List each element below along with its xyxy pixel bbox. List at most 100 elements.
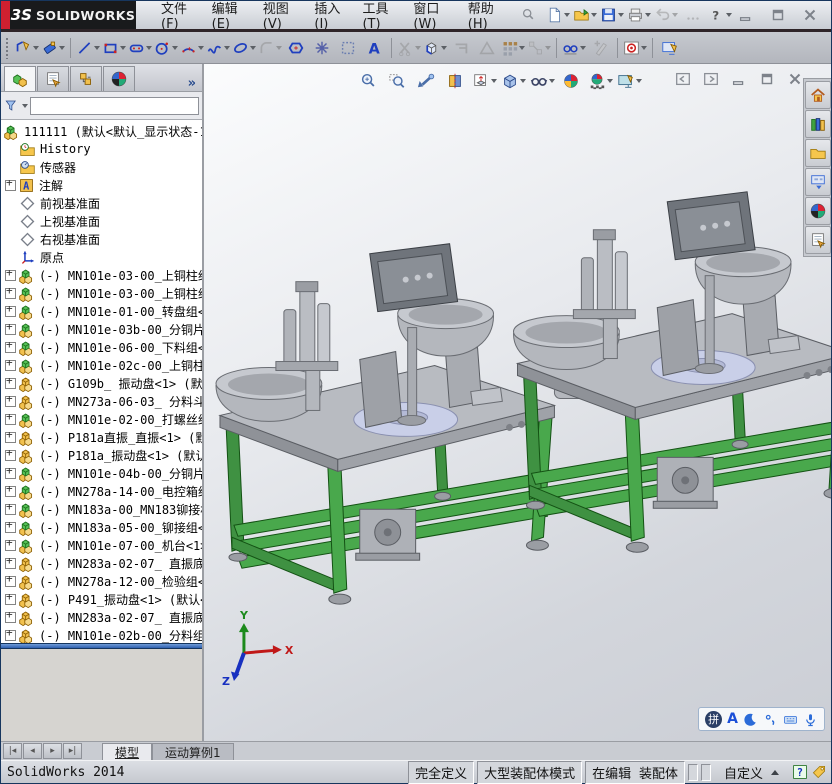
expand-toggle-icon[interactable] <box>5 143 17 155</box>
straight-slot-icon[interactable] <box>127 35 153 61</box>
tab-displaymanager[interactable] <box>103 66 135 91</box>
tree-item[interactable]: (-) P181a_振动盘<1> (默认< <box>1 446 202 464</box>
close-button[interactable] <box>797 2 823 28</box>
tree-item[interactable]: (-) MN283a-02-07_ 直振底板 <box>1 608 202 626</box>
expand-toggle-icon[interactable] <box>5 393 16 407</box>
tab-featuremanager[interactable] <box>4 66 36 91</box>
document-tab[interactable]: 模型 <box>102 743 153 760</box>
expand-toggle-icon[interactable] <box>5 555 16 569</box>
dropdown-caret[interactable] <box>33 45 39 50</box>
collapse-left-pane-icon[interactable] <box>673 70 693 88</box>
move-entities-icon[interactable] <box>526 35 552 61</box>
last-tab-icon[interactable]: ▸| <box>63 743 82 759</box>
tree-item[interactable]: 上视基准面 <box>1 212 202 230</box>
pin-icon[interactable] <box>515 1 541 27</box>
next-tab-icon[interactable]: ▸ <box>43 743 62 759</box>
dropdown-caret[interactable] <box>94 45 100 50</box>
tree-item[interactable]: (-) MN101e-01-00_转盘组<1> <box>1 302 202 320</box>
tree-item[interactable]: (-) MN101e-04b-00_分铜片组 <box>1 464 202 482</box>
tree-item[interactable]: (-) MN101e-02c-00_上铜柱组 <box>1 356 202 374</box>
expand-toggle-icon[interactable] <box>5 251 17 263</box>
tree-item[interactable]: 右视基准面 <box>1 230 202 248</box>
taskpane-resources-icon[interactable] <box>805 81 831 109</box>
status-custom-toolbar[interactable]: 自定义 <box>714 763 789 782</box>
select-icon[interactable] <box>335 35 361 61</box>
dropdown-caret[interactable] <box>250 45 256 50</box>
child-restore-icon[interactable] <box>757 70 777 88</box>
tree-filter-input[interactable] <box>30 96 199 115</box>
minimize-button[interactable] <box>733 2 759 28</box>
view-orientation-icon[interactable] <box>470 68 498 94</box>
edit-appearance-icon[interactable] <box>557 68 585 94</box>
expand-toggle-icon[interactable] <box>5 465 16 479</box>
save-icon[interactable] <box>599 2 625 28</box>
previous-view-icon[interactable] <box>412 68 440 94</box>
dropdown-caret[interactable] <box>441 45 447 50</box>
expand-toggle-icon[interactable] <box>5 375 16 389</box>
dropdown-caret[interactable] <box>120 45 126 50</box>
dropdown-caret[interactable] <box>564 13 570 17</box>
apply-scene-icon[interactable] <box>586 68 614 94</box>
help-icon[interactable] <box>707 2 733 28</box>
dropdown-caret[interactable] <box>415 45 421 50</box>
dropdown-caret[interactable] <box>519 79 526 83</box>
expand-toggle-icon[interactable] <box>5 609 16 623</box>
tree-item[interactable]: (-) MN101e-03-00_上铜柱组< <box>1 266 202 284</box>
expand-toggle-icon[interactable] <box>5 303 16 317</box>
expand-toggle-icon[interactable] <box>5 161 17 173</box>
taskpane-view-palette-icon[interactable] <box>805 168 831 196</box>
ime-softkeyboard-icon[interactable] <box>783 712 798 727</box>
repair-sketch-icon[interactable] <box>587 35 613 61</box>
polygon-icon[interactable] <box>283 35 309 61</box>
mirror-entities-icon[interactable] <box>474 35 500 61</box>
taskpane-custom-properties-icon[interactable] <box>805 226 831 254</box>
dropdown-caret[interactable] <box>276 45 282 50</box>
hide-show-items-icon[interactable] <box>528 68 556 94</box>
sketch-settings-icon[interactable] <box>657 35 683 61</box>
open-document-icon[interactable] <box>572 2 598 28</box>
zoom-to-area-icon[interactable] <box>383 68 411 94</box>
tree-item[interactable]: (-) MN183a-05-00_铆接组<1> <box>1 518 202 536</box>
expand-toggle-icon[interactable] <box>5 233 17 245</box>
dropdown-caret[interactable] <box>726 13 732 17</box>
tree-item[interactable]: (-) MN101e-02b-00_分料组<1 <box>1 626 202 643</box>
panel-tabs-overflow[interactable]: » <box>188 76 196 91</box>
tree-item[interactable]: (-) P181a直振_直振<1> (默认 <box>1 428 202 446</box>
assembly-3d-scene[interactable]: Y X Z <box>204 64 831 718</box>
tree-item[interactable]: (-) MN278a-12-00_检验组<1> <box>1 572 202 590</box>
dropdown-caret[interactable] <box>645 13 651 17</box>
dropdown-caret[interactable] <box>545 45 551 50</box>
tree-item[interactable]: (-) G109b_ 振动盘<1> (默认 <box>1 374 202 392</box>
tab-configurationmanager[interactable] <box>70 66 102 91</box>
expand-toggle-icon[interactable] <box>5 591 16 605</box>
tree-item[interactable]: 注解 <box>1 176 202 194</box>
smart-dimension-icon[interactable] <box>40 35 66 61</box>
tree-item[interactable]: History <box>1 140 202 158</box>
tree-item[interactable]: (-) MN183a-00_MN183铆接机< <box>1 500 202 518</box>
tree-item[interactable]: (-) MN283a-02-07_ 直振底板 <box>1 554 202 572</box>
tree-item[interactable]: (-) MN273a-06-03_ 分料斗<1 <box>1 392 202 410</box>
first-tab-icon[interactable]: |◂ <box>3 743 22 759</box>
tree-item[interactable]: (-) P491_振动盘<1> (默认<< <box>1 590 202 608</box>
filter-caret[interactable] <box>22 103 28 108</box>
centerpoint-arc-icon[interactable] <box>179 35 205 61</box>
collapse-right-pane-icon[interactable] <box>701 70 721 88</box>
linear-sketch-pattern-icon[interactable] <box>500 35 526 61</box>
expand-toggle-icon[interactable] <box>5 197 17 209</box>
display-style-icon[interactable] <box>499 68 527 94</box>
offset-entities-icon[interactable] <box>448 35 474 61</box>
dropdown-caret[interactable] <box>172 45 178 50</box>
sketch-fillet-icon[interactable] <box>257 35 283 61</box>
new-document-icon[interactable] <box>545 2 571 28</box>
trim-entities-icon[interactable] <box>396 35 422 61</box>
quick-snaps-icon[interactable] <box>622 35 648 61</box>
filter-funnel-icon[interactable] <box>4 98 19 113</box>
status-tag-icon[interactable] <box>811 764 827 780</box>
expand-toggle-icon[interactable] <box>5 285 16 299</box>
dropdown-caret[interactable] <box>519 45 525 50</box>
spline-icon[interactable] <box>205 35 231 61</box>
taskpane-file-explorer-icon[interactable] <box>805 139 831 167</box>
tab-propertymanager[interactable] <box>37 66 69 91</box>
expand-toggle-icon[interactable] <box>5 215 17 227</box>
expand-toggle-icon[interactable] <box>5 537 16 551</box>
